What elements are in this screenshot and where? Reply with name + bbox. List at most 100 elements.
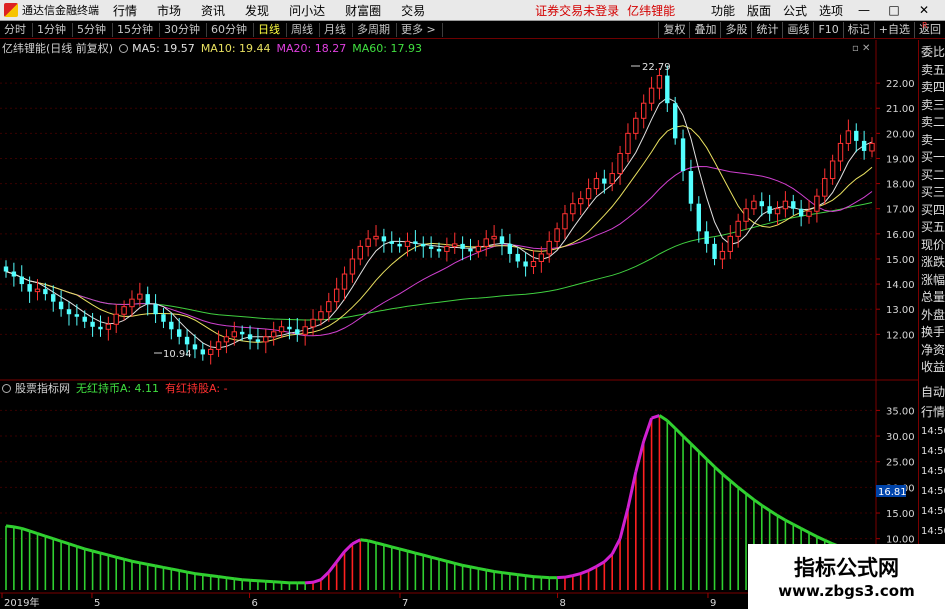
indicator-line-segment [415, 551, 424, 557]
indicator-line-segment [76, 544, 86, 551]
candle-body [247, 334, 253, 340]
indicator-line-segment [226, 576, 235, 581]
watermark-box: 指标公式网 www.zbgs3.com [748, 544, 945, 609]
indicator-line-segment [682, 434, 692, 445]
indicator-line-segment [753, 498, 763, 507]
candle-body [192, 344, 198, 350]
sub-settings-circle-icon[interactable] [2, 383, 11, 393]
indicator-line-segment [92, 549, 101, 555]
candle-body [389, 241, 394, 244]
tick-side-item: 14:50 [921, 466, 945, 477]
indicator-line-segment [816, 535, 826, 542]
indicator-line-segment [603, 553, 614, 563]
indicator-line-segment [485, 568, 495, 573]
indicator-line-segment [478, 566, 487, 572]
indicator-line-segment [13, 525, 23, 530]
candle-body [223, 336, 230, 343]
settings-circle-icon[interactable] [119, 43, 129, 53]
candle-body [460, 243, 465, 249]
indicator-line-segment [68, 542, 78, 548]
indicator-line-segment [383, 543, 393, 549]
candle-body [507, 243, 513, 254]
side-item: 买三 [921, 185, 945, 199]
indicator-line-segment [517, 573, 526, 578]
indicator-axis-ticks: 35.0030.0025.0020.0015.0010.00 [876, 406, 915, 546]
side-item: 买四 [921, 202, 945, 217]
indicator-line-segment [808, 531, 818, 538]
candle-body [499, 236, 505, 244]
price-tick-label: 13.00 [886, 305, 915, 316]
candle-body [712, 243, 717, 259]
candle-body [530, 260, 537, 267]
indicator-line-segment [249, 578, 259, 583]
indicator-tick-label: 30.00 [886, 432, 915, 443]
candle-body [404, 240, 411, 247]
candle-body [688, 171, 694, 204]
indicator-line-segment [800, 527, 810, 534]
side-item: 卖一 [921, 132, 945, 147]
candle-body [515, 253, 520, 262]
side-item: 买五 [921, 220, 945, 234]
sub-legend-title: 股票指标网 [15, 382, 70, 395]
indicator-line-segment [367, 539, 377, 545]
sub-legend: 股票指标网 无红持币A: 4.11 有红持股A: - [2, 381, 234, 395]
candle-body [98, 326, 103, 330]
candle-body [791, 201, 796, 209]
indicator-line-segment [430, 555, 440, 561]
indicator-line-segment [470, 565, 479, 570]
indicator-line-segment [618, 507, 630, 540]
candlesticks [3, 65, 875, 365]
ma5-label: MA5: 19.57 [132, 41, 195, 55]
candle-body [82, 316, 87, 322]
candle-body [153, 304, 158, 315]
candle-body [672, 103, 678, 139]
time-axis-ticks: 2019年5678910 [1, 593, 873, 609]
indicator-line-segment [52, 537, 62, 543]
candle-body [278, 326, 285, 333]
side-item: 涨跌 [921, 255, 945, 269]
indicator-line-segment [674, 427, 685, 438]
tick-side-item: 14:50 [921, 526, 945, 537]
ma60-label: MA60: 17.93 [352, 41, 422, 55]
indicator-line-segment [375, 541, 385, 547]
candle-body [169, 321, 174, 330]
side-item: 卖五 [921, 62, 945, 77]
indicator-line-segment [5, 524, 15, 529]
ma5-path [5, 97, 873, 349]
indicator-line-segment [721, 472, 732, 482]
indicator-line-segment [658, 414, 669, 422]
candle-body [145, 294, 150, 305]
indicator-line-segment [760, 504, 771, 512]
side-item: 外盘 [921, 307, 945, 322]
indicator-line-segment [60, 539, 70, 546]
price-tick-label: 21.00 [886, 104, 915, 115]
price-tick-label: 17.00 [886, 205, 915, 216]
quote-side-panel[interactable]: 委比 卖五 卖四 卖三 卖二 卖一 买一 买二 买三 买四 买五 现价 涨跌 涨幅 总量 外盘 换手 净资 收益 [918, 40, 945, 380]
candle-body [743, 208, 749, 222]
tick-side-item: 行情 [921, 405, 945, 419]
candle-body [270, 331, 277, 338]
candle-body [602, 178, 607, 184]
indicator-line-segment [155, 564, 164, 569]
candle-body [365, 238, 371, 247]
side-item: 买二 [921, 167, 945, 182]
indicator-line-segment [626, 471, 638, 509]
candle-body [428, 246, 434, 249]
price-tick-label: 20.00 [886, 129, 915, 140]
pane-controls[interactable]: ▫ ✕ [852, 43, 870, 54]
red-indicator-label: 有红持股A: - [165, 382, 228, 395]
time-tick-label: 7 [402, 598, 408, 609]
candle-body [105, 323, 112, 330]
candle-body [381, 236, 387, 242]
time-tick-label: 6 [252, 598, 258, 609]
indicator-line-segment [564, 574, 574, 579]
indicator-line-segment [360, 538, 369, 543]
side-item: 换手 [921, 325, 945, 339]
indicator-line-segment [556, 575, 566, 580]
side-item: 买一 [921, 150, 945, 164]
candle-body [452, 243, 458, 247]
candle-body [523, 261, 528, 267]
tick-side-item: 自动 [921, 385, 945, 399]
candle-body [751, 200, 757, 210]
stock-chart[interactable]: 22.00 21.00 20.00 19.00 18.00 17.00 16.00 15.00… [0, 0, 945, 609]
